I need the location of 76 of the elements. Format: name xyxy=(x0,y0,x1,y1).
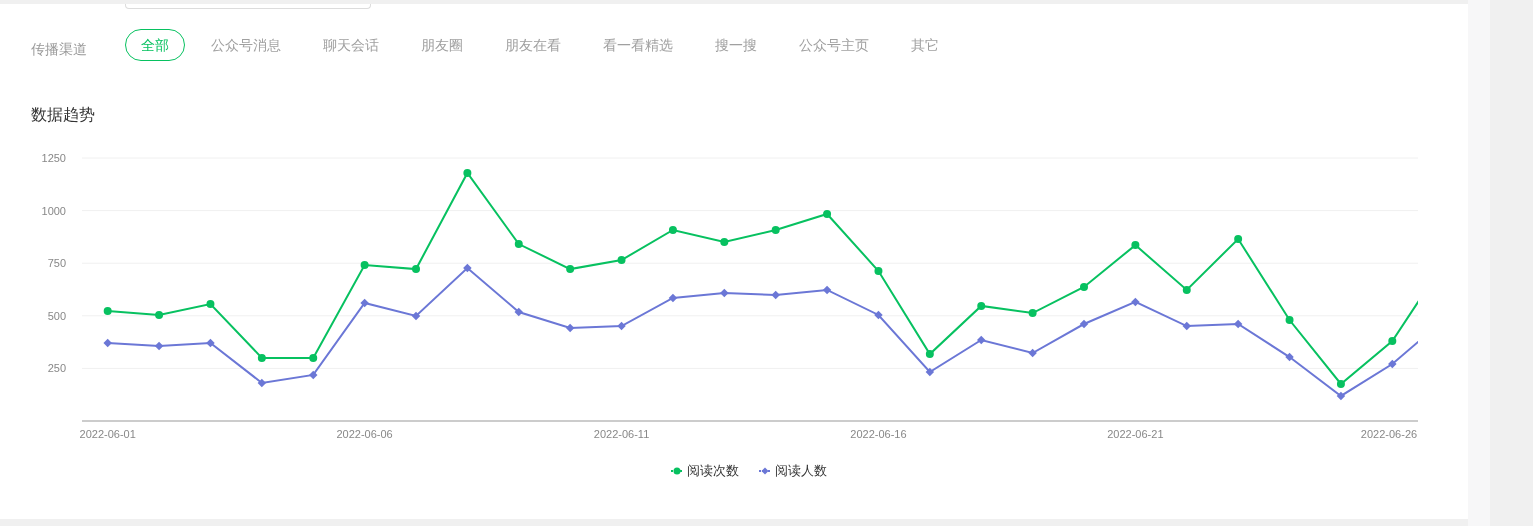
data-point xyxy=(1028,348,1037,358)
data-point xyxy=(1080,283,1088,291)
data-point xyxy=(463,263,472,273)
x-tick-label: 2022-06-21 xyxy=(1107,428,1164,440)
data-point xyxy=(771,225,780,234)
data-point xyxy=(1131,241,1140,250)
data-point xyxy=(822,285,832,295)
channel-tab[interactable]: 其它 xyxy=(895,29,955,61)
data-point xyxy=(925,350,934,359)
data-point xyxy=(668,225,677,234)
data-point xyxy=(874,267,883,275)
data-point xyxy=(360,261,369,270)
channel-tab[interactable]: 搜一搜 xyxy=(699,29,773,61)
y-tick-label: 1250 xyxy=(41,152,66,164)
x-tick-label: 2022-06-11 xyxy=(593,428,650,440)
y-tick-label: 750 xyxy=(47,257,66,270)
x-tick-label: 2022-06-06 xyxy=(336,428,393,440)
channel-tab[interactable]: 朋友圈 xyxy=(405,29,479,61)
data-point xyxy=(1234,235,1243,243)
data-point xyxy=(668,293,678,303)
data-point xyxy=(617,256,626,265)
data-point xyxy=(514,307,523,317)
data-point xyxy=(720,237,729,246)
filter-label: 传播渠道 xyxy=(31,39,88,59)
section-title: 数据趋势 xyxy=(31,104,95,126)
data-point xyxy=(309,370,318,380)
data-point xyxy=(977,335,986,345)
data-point xyxy=(206,338,215,348)
data-point xyxy=(1182,285,1191,294)
data-point xyxy=(1233,319,1243,329)
x-tick-label: 2022-06-26 xyxy=(1360,428,1418,440)
data-point xyxy=(1131,297,1140,307)
input-field[interactable] xyxy=(125,4,371,9)
x-tick-label: 2022-06-16 xyxy=(850,428,907,440)
data-point xyxy=(514,240,523,249)
data-point xyxy=(925,367,935,377)
data-point xyxy=(874,310,883,320)
data-point xyxy=(257,378,267,388)
data-point xyxy=(1182,321,1191,331)
data-point xyxy=(1028,309,1037,318)
data-point xyxy=(1079,319,1089,329)
channel-tab[interactable]: 公众号消息 xyxy=(195,29,297,61)
data-point xyxy=(411,311,421,321)
data-point xyxy=(206,300,215,308)
data-point xyxy=(257,353,266,362)
data-point xyxy=(309,353,318,362)
data-point xyxy=(1388,359,1397,369)
data-point xyxy=(977,301,986,310)
channel-tab[interactable]: 聊天会话 xyxy=(307,29,395,61)
data-point xyxy=(155,310,164,319)
legend-label[interactable]: 阅读次数 xyxy=(687,461,739,481)
channel-tab[interactable]: 朋友在看 xyxy=(489,29,577,61)
data-point xyxy=(360,298,369,308)
legend-label[interactable]: 阅读人数 xyxy=(775,461,827,481)
data-point xyxy=(565,323,575,333)
data-point xyxy=(103,338,112,348)
y-tick-label: 500 xyxy=(47,309,66,322)
data-point xyxy=(771,290,780,300)
data-point xyxy=(823,209,832,218)
data-point xyxy=(1388,337,1397,346)
channel-tab[interactable]: 公众号主页 xyxy=(783,29,885,61)
data-point xyxy=(1336,391,1346,401)
data-point xyxy=(103,306,112,315)
data-point xyxy=(412,265,420,274)
data-point xyxy=(154,341,164,351)
data-point xyxy=(1285,316,1294,324)
data-point xyxy=(566,265,575,274)
y-tick-label: 250 xyxy=(47,362,66,375)
data-point xyxy=(720,288,729,298)
data-point xyxy=(463,168,472,177)
data-point xyxy=(617,321,626,331)
data-point xyxy=(1336,379,1345,388)
y-tick-label: 1000 xyxy=(41,204,66,217)
data-point xyxy=(1285,352,1294,362)
x-tick-label: 2022-06-01 xyxy=(79,428,136,440)
channel-tab[interactable]: 看一看精选 xyxy=(587,29,689,61)
